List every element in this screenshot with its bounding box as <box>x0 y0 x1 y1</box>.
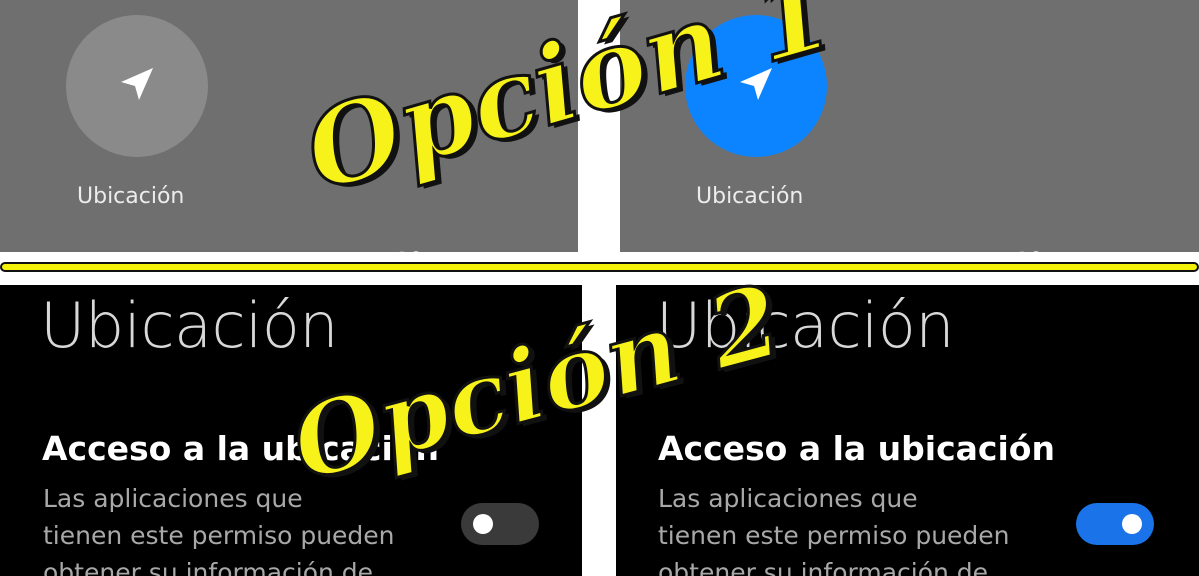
page-indicator <box>398 246 438 252</box>
page-title: Ubicación <box>656 289 955 362</box>
yellow-divider <box>0 262 1199 272</box>
page-title: Ubicación <box>40 289 339 362</box>
location-settings-panel-on: Ubicación Acceso a la ubicación Las apli… <box>616 285 1199 576</box>
page-indicator <box>1018 246 1058 252</box>
location-tile-label: Ubicación <box>77 184 185 209</box>
description-line: tienen este permiso pueden <box>43 521 395 550</box>
location-arrow-icon <box>734 62 778 111</box>
description-line: Las aplicaciones que <box>43 484 303 513</box>
location-tile-label: Ubicación <box>696 184 804 209</box>
toggle-knob <box>473 514 493 534</box>
location-access-toggle-off[interactable] <box>461 503 539 545</box>
quick-settings-panel-off: Ubicación <box>0 0 578 252</box>
quick-settings-panel-on: Ubicación <box>620 0 1199 252</box>
location-access-toggle-on[interactable] <box>1076 503 1154 545</box>
section-title: Acceso a la ubicación <box>658 429 1055 468</box>
location-settings-panel-off: Ubicación Acceso a la ubicación Las apli… <box>0 285 582 576</box>
description-line: tienen este permiso pueden <box>658 521 1010 550</box>
toggle-knob <box>1122 514 1142 534</box>
description-line: obtener su información de <box>658 558 989 576</box>
location-tile-button-off[interactable] <box>66 15 208 157</box>
location-tile-button-on[interactable] <box>685 15 827 157</box>
description-line: Las aplicaciones que <box>658 484 918 513</box>
section-title: Acceso a la ubicación <box>42 429 439 468</box>
section-description: Las aplicaciones que tienen este permiso… <box>43 480 463 576</box>
description-line: obtener su información de <box>43 558 374 576</box>
location-arrow-icon <box>115 62 159 111</box>
section-description: Las aplicaciones que tienen este permiso… <box>658 480 1078 576</box>
